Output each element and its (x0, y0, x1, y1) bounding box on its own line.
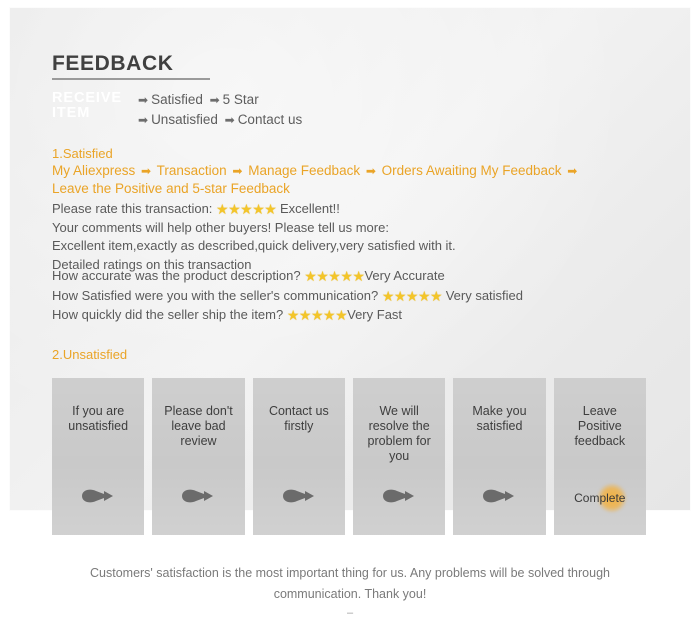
rating-value: Very Fast (347, 307, 403, 322)
section-1-heading: 1.Satisfied (52, 146, 113, 161)
comet-arrow-icon (353, 483, 445, 509)
rating-row: How quickly did the seller ship the item… (52, 305, 523, 325)
comet-arrow-icon (52, 483, 144, 509)
complete-label: Complete (574, 491, 626, 505)
breadcrumb-item[interactable]: Leave the Positive and 5-star Feedback (52, 181, 290, 196)
step-label: We will resolve the problem for you (367, 404, 431, 463)
step-label: Contact us firstly (268, 404, 329, 433)
comet-arrow-icon (253, 483, 345, 509)
complete-badge: Complete (554, 483, 646, 513)
step-card[interactable]: If you are unsatisfied (52, 378, 145, 535)
section-2-heading: 2.Unsatisfied (52, 347, 128, 362)
step-label: Leave Positive feedback (574, 404, 626, 448)
flow-step-label: Contact us (237, 112, 303, 127)
rating-value: Very Accurate (364, 268, 445, 283)
step-label: Please don't leave bad review (164, 404, 233, 448)
satisfied-instructions: Please rate this transaction: ★★★★★ Exce… (52, 200, 456, 274)
right-arrow-icon: ➡ (365, 164, 376, 178)
step-label: If you are unsatisfied (68, 404, 129, 433)
detailed-ratings-list: How accurate was the product description… (52, 266, 523, 325)
rating-question: How quickly did the seller ship the item… (52, 307, 284, 322)
right-arrow-icon: ➡ (141, 164, 152, 178)
flow-step-label: Satisfied (151, 92, 203, 107)
comments-prompt: Your comments will help other buyers! Pl… (52, 219, 389, 235)
breadcrumb-item[interactable]: Orders Awaiting My Feedback (382, 163, 562, 178)
right-arrow-icon: ➡ (232, 164, 243, 178)
rating-row: How Satisfied were you with the seller's… (52, 286, 523, 306)
rating-question: How Satisfied were you with the seller's… (52, 287, 379, 303)
star-rating: ★★★★★ (216, 201, 277, 217)
rate-transaction-row: Please rate this transaction: ★★★★★ Exce… (52, 200, 456, 219)
flow-step-label: Unsatisfied (151, 112, 218, 127)
comment-text: Excellent item,exactly as described,quic… (52, 238, 456, 253)
step-card[interactable]: Leave Positive feedback Complete (553, 378, 646, 535)
comet-arrow-icon (152, 483, 244, 509)
breadcrumb: My Aliexpress ➡ Transaction ➡ Manage Fee… (52, 162, 582, 198)
right-arrow-icon: ➡ (138, 93, 149, 107)
step-card[interactable]: Contact us firstly (252, 378, 345, 535)
flow-row: ➡ Unsatisfied ➡ Contact us (135, 110, 302, 130)
rate-prompt: Please rate this transaction: (52, 201, 213, 216)
comet-arrow-icon (453, 483, 545, 509)
breadcrumb-item[interactable]: Manage Feedback (248, 163, 360, 178)
footer-dash: – (346, 607, 354, 619)
feedback-flow-list: ➡ Satisfied ➡ 5 Star ➡ Unsatisfied ➡ Contact… (135, 90, 302, 130)
right-arrow-icon: ➡ (567, 164, 578, 178)
flow-step-label: 5 Star (222, 92, 259, 107)
footer-text: Customers' satisfaction is the most impo… (90, 566, 610, 601)
unsatisfied-steps: If you are unsatisfied Please don't leav… (52, 378, 646, 535)
step-card[interactable]: Make you satisfied (453, 378, 546, 535)
right-arrow-icon: ➡ (209, 93, 220, 107)
right-arrow-icon: ➡ (224, 113, 235, 127)
rate-value: Excellent!! (279, 201, 340, 216)
star-rating: ★★★★★ (286, 307, 348, 323)
step-label: Make you satisfied (472, 404, 527, 433)
breadcrumb-item[interactable]: My Aliexpress (52, 163, 135, 178)
rating-question: How accurate was the product description… (52, 268, 301, 283)
star-rating: ★★★★★ (381, 287, 443, 304)
right-arrow-icon: ➡ (138, 113, 149, 127)
breadcrumb-item[interactable]: Transaction (157, 163, 227, 178)
page-title: FEEDBACK (52, 52, 174, 75)
step-card[interactable]: We will resolve the problem for you (352, 378, 446, 535)
title-underline (52, 78, 210, 80)
rating-row: How accurate was the product description… (52, 266, 523, 286)
step-card[interactable]: Please don't leave bad review (152, 378, 245, 535)
receive-item-label: RECEIVE ITEM (52, 90, 122, 121)
flow-row: ➡ Satisfied ➡ 5 Star (135, 90, 302, 110)
star-rating: ★★★★★ (304, 268, 365, 284)
rating-value: Very satisfied (442, 287, 524, 303)
